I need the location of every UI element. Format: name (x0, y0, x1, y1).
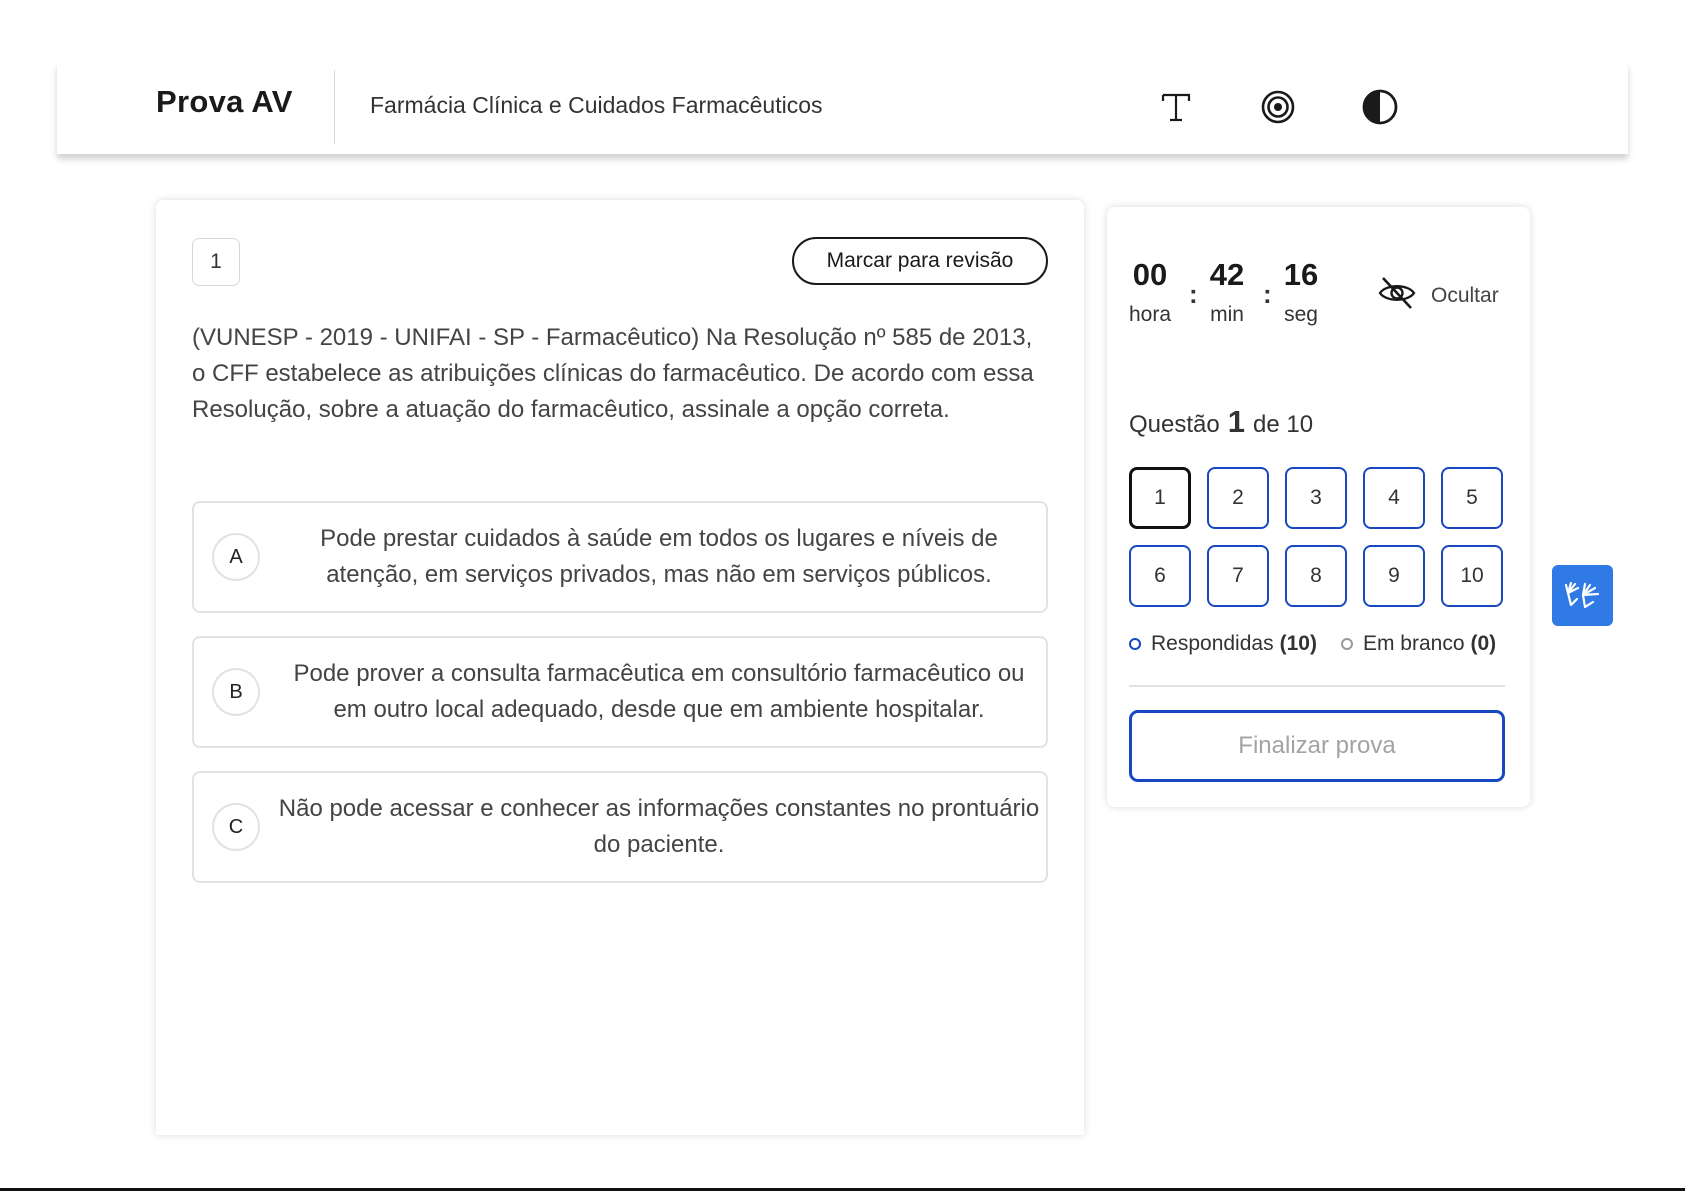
libras-accessibility-button[interactable] (1552, 565, 1613, 626)
timer-separator: : (1189, 279, 1198, 309)
question-nav-button[interactable]: 8 (1285, 545, 1347, 607)
option-letter: C (212, 803, 260, 851)
option-text: Pode prestar cuidados à saúde em todos o… (320, 525, 998, 588)
question-navigator: 1 2 3 4 5 6 7 8 9 10 (1129, 467, 1505, 607)
course-title: Farmácia Clínica e Cuidados Farmacêutico… (370, 92, 823, 118)
option-text: Pode prover a consulta farmacêutica em c… (293, 660, 1025, 723)
timer-hours: 00 hora (1129, 257, 1171, 327)
question-nav-button[interactable]: 5 (1441, 467, 1503, 529)
header-divider (334, 70, 335, 144)
question-nav-button[interactable]: 9 (1363, 545, 1425, 607)
question-nav-button[interactable]: 10 (1441, 545, 1503, 607)
top-header: Prova AV Farmácia Clínica e Cuidados Far… (57, 62, 1628, 154)
legend-answered: Respondidas (10) (1129, 632, 1317, 656)
hide-timer-toggle[interactable]: Ocultar (1377, 275, 1499, 316)
progress-suffix: de 10 (1252, 411, 1314, 438)
finish-exam-button[interactable]: Finalizar prova (1129, 710, 1505, 782)
timer-separator: : (1263, 279, 1272, 309)
timer-hours-value: 00 (1132, 257, 1168, 292)
blank-dot-icon (1340, 638, 1353, 650)
timer-seconds-value: 16 (1283, 257, 1319, 292)
panel-divider (1129, 685, 1505, 687)
sign-language-hands-icon (1563, 575, 1603, 616)
option-a[interactable]: A Pode prestar cuidados à saúde em todos… (192, 501, 1048, 613)
legend-blank: Em branco (0) (1340, 632, 1497, 656)
timer-minutes-value: 42 (1209, 257, 1245, 292)
legend-answered-count: (10) (1279, 632, 1317, 655)
question-nav-button[interactable]: 3 (1285, 467, 1347, 529)
exam-side-panel: 00 hora : 42 min : 16 seg Ocultar Questã… (1107, 207, 1530, 807)
legend-answered-label: Respondidas (1151, 632, 1274, 655)
timer-minutes: 42 min (1207, 257, 1247, 327)
timer-seconds-label: seg (1284, 303, 1318, 326)
timer-seconds: 16 seg (1281, 257, 1321, 327)
question-nav-button[interactable]: 4 (1363, 467, 1425, 529)
progress-current: 1 (1227, 404, 1245, 439)
option-c[interactable]: C Não pode acessar e conhecer as informa… (192, 771, 1048, 883)
question-card: 1 Marcar para revisão (VUNESP - 2019 - U… (156, 200, 1084, 1135)
progress-prefix: Questão (1129, 411, 1220, 438)
app-logo: Prova AV (156, 84, 293, 119)
legend-blank-count: (0) (1470, 632, 1497, 655)
question-nav-button[interactable]: 7 (1207, 545, 1269, 607)
timer-hours-label: hora (1129, 303, 1172, 326)
hide-timer-label: Ocultar (1431, 283, 1499, 307)
option-b[interactable]: B Pode prover a consulta farmacêutica em… (192, 636, 1048, 748)
question-nav-button[interactable]: 1 (1129, 467, 1191, 529)
question-nav-button[interactable]: 6 (1129, 545, 1191, 607)
exam-screen: Prova AV Farmácia Clínica e Cuidados Far… (0, 0, 1685, 1191)
timer-minutes-label: min (1210, 303, 1244, 326)
legend-blank-label: Em branco (1362, 632, 1465, 655)
mark-for-review-button[interactable]: Marcar para revisão (792, 237, 1048, 285)
answered-dot-icon (1129, 638, 1141, 650)
focus-icon[interactable] (1253, 82, 1303, 132)
option-letter: B (212, 668, 260, 716)
answer-legend: Respondidas (10) Em branco (0) (1129, 632, 1509, 656)
contrast-icon[interactable] (1355, 82, 1405, 132)
question-number: 1 (192, 238, 240, 286)
option-text: Não pode acessar e conhecer as informaçõ… (278, 795, 1040, 858)
question-statement: (VUNESP - 2019 - UNIFAI - SP - Farmacêut… (192, 324, 1034, 423)
option-letter: A (212, 533, 260, 581)
eye-off-icon (1377, 275, 1417, 316)
question-nav-button[interactable]: 2 (1207, 467, 1269, 529)
font-size-icon[interactable] (1151, 82, 1201, 132)
question-progress: Questão 1 de 10 (1129, 404, 1313, 440)
